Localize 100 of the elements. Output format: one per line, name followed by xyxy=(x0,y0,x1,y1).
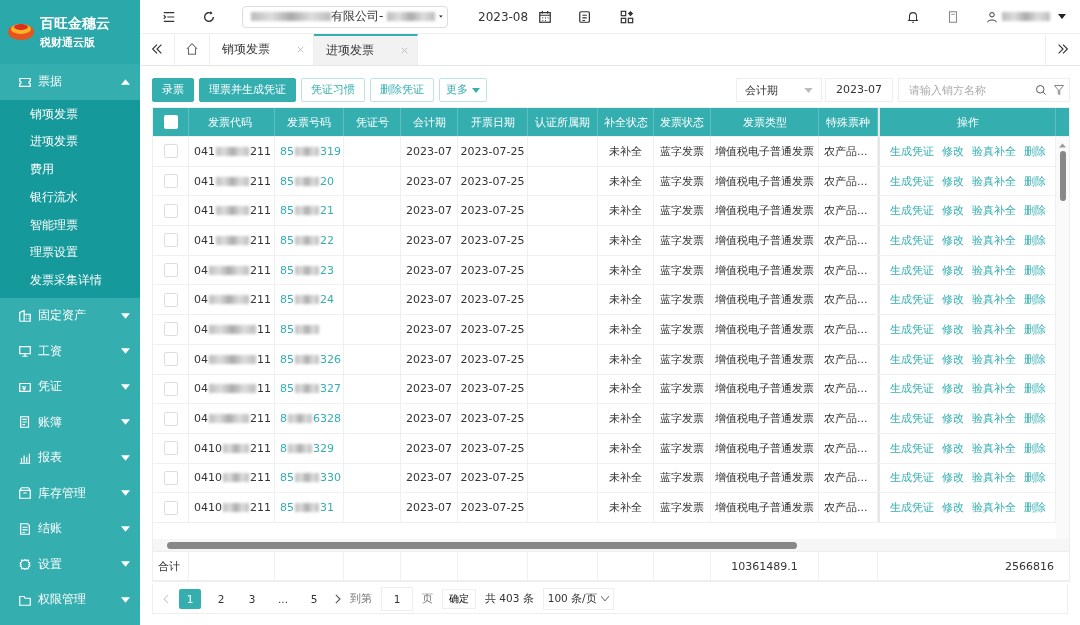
search-box[interactable]: 请输入销方名称 xyxy=(898,78,1070,102)
action-link[interactable]: 修改 xyxy=(941,440,964,456)
page-button[interactable]: 1 xyxy=(179,588,201,609)
invoice-number-link[interactable]: 319 xyxy=(320,144,341,158)
invoice-number-link[interactable]: 85 xyxy=(280,322,294,336)
invoice-number-link[interactable]: 20 xyxy=(320,174,334,188)
action-link[interactable]: 删除 xyxy=(1023,321,1046,337)
sidebar-item[interactable]: 凭证 xyxy=(0,369,140,405)
action-link[interactable]: 生成凭证 xyxy=(889,232,934,248)
confirm-button[interactable]: 确定 xyxy=(442,588,476,609)
page-button[interactable]: 3 xyxy=(241,588,263,609)
invoice-number-link[interactable]: 21 xyxy=(320,204,334,218)
action-link[interactable]: 生成凭证 xyxy=(889,500,934,516)
action-link[interactable]: 删除 xyxy=(1023,351,1046,367)
action-link[interactable]: 删除 xyxy=(1023,411,1046,427)
action-link[interactable]: 生成凭证 xyxy=(889,143,934,159)
action-link[interactable]: 修改 xyxy=(941,173,964,189)
page-button[interactable]: 5 xyxy=(303,588,325,609)
toolbar-button[interactable]: 删除凭证 xyxy=(370,78,434,102)
action-link[interactable]: 验真补全 xyxy=(971,381,1016,397)
sidebar-item[interactable]: 票据 xyxy=(0,64,140,100)
action-link[interactable]: 删除 xyxy=(1023,292,1046,308)
action-link[interactable]: 验真补全 xyxy=(971,143,1016,159)
submenu-item[interactable]: 销项发票 xyxy=(0,100,140,129)
invoice-number-link[interactable]: 6328 xyxy=(313,412,341,426)
invoice-number-link[interactable]: 85 xyxy=(280,174,294,188)
invoice-number-link[interactable]: 85 xyxy=(280,144,294,158)
invoice-number-link[interactable]: 85 xyxy=(280,352,294,366)
action-link[interactable]: 验真补全 xyxy=(971,292,1016,308)
action-link[interactable]: 生成凭证 xyxy=(889,173,934,189)
submenu-item[interactable]: 智能理票 xyxy=(0,211,140,240)
action-link[interactable]: 修改 xyxy=(941,232,964,248)
action-link[interactable]: 修改 xyxy=(941,411,964,427)
invoice-number-link[interactable]: 8 xyxy=(280,441,287,455)
action-link[interactable]: 修改 xyxy=(941,321,964,337)
page-size-select[interactable]: 100 条/页 xyxy=(542,587,614,610)
submenu-item[interactable]: 发票采集详情 xyxy=(0,267,140,296)
action-link[interactable]: 生成凭证 xyxy=(889,292,934,308)
action-link[interactable]: 删除 xyxy=(1023,203,1046,219)
page-button[interactable]: ... xyxy=(272,588,294,609)
invoice-number-link[interactable]: 23 xyxy=(320,263,334,277)
invoice-number-link[interactable]: 330 xyxy=(320,471,341,485)
submenu-item[interactable]: 银行流水 xyxy=(0,183,140,212)
invoice-number-link[interactable]: 24 xyxy=(320,293,334,307)
action-link[interactable]: 生成凭证 xyxy=(889,321,934,337)
action-link[interactable]: 验真补全 xyxy=(971,232,1016,248)
action-link[interactable]: 删除 xyxy=(1023,232,1046,248)
invoice-number-link[interactable]: 8 xyxy=(280,412,287,426)
invoice-number-link[interactable]: 31 xyxy=(320,501,334,515)
action-link[interactable]: 修改 xyxy=(941,470,964,486)
invoice-number-link[interactable]: 85 xyxy=(280,293,294,307)
sidebar-item[interactable]: 设置 xyxy=(0,546,140,583)
sidebar-item[interactable]: 库存管理 xyxy=(0,475,140,512)
submenu-item[interactable]: 进项发票 xyxy=(0,128,140,157)
action-link[interactable]: 修改 xyxy=(941,351,964,367)
invoice-number-link[interactable]: 22 xyxy=(320,233,334,247)
invoice-number-link[interactable]: 85 xyxy=(280,471,294,485)
action-link[interactable]: 删除 xyxy=(1023,500,1046,516)
action-link[interactable]: 验真补全 xyxy=(971,500,1016,516)
action-link[interactable]: 删除 xyxy=(1023,143,1046,159)
invoice-number-link[interactable]: 329 xyxy=(313,441,334,455)
action-link[interactable]: 验真补全 xyxy=(971,321,1016,337)
action-link[interactable]: 删除 xyxy=(1023,262,1046,278)
page-input[interactable]: 1 xyxy=(381,586,413,611)
invoice-number-link[interactable]: 85 xyxy=(280,501,294,515)
action-link[interactable]: 修改 xyxy=(941,262,964,278)
invoice-number-link[interactable]: 85 xyxy=(280,263,294,277)
action-link[interactable]: 生成凭证 xyxy=(889,381,934,397)
action-link[interactable]: 验真补全 xyxy=(971,262,1016,278)
toolbar-button[interactable]: 凭证习惯 xyxy=(301,78,365,102)
period-field[interactable]: 2023-07 xyxy=(825,78,893,102)
sidebar-item[interactable]: 报表 xyxy=(0,440,140,476)
action-link[interactable]: 修改 xyxy=(941,500,964,516)
sidebar-item[interactable]: 工资 xyxy=(0,333,140,370)
action-link[interactable]: 生成凭证 xyxy=(889,440,934,456)
invoice-number-link[interactable]: 85 xyxy=(280,204,294,218)
action-link[interactable]: 修改 xyxy=(941,381,964,397)
sidebar-item[interactable]: 账簿 xyxy=(0,404,140,441)
action-link[interactable]: 验真补全 xyxy=(971,173,1016,189)
action-link[interactable]: 删除 xyxy=(1023,440,1046,456)
invoice-number-link[interactable]: 326 xyxy=(320,352,341,366)
invoice-number-link[interactable]: 85 xyxy=(280,382,294,396)
action-link[interactable]: 删除 xyxy=(1023,381,1046,397)
period-type-select[interactable]: 会计期 xyxy=(736,78,823,102)
action-link[interactable]: 验真补全 xyxy=(971,203,1016,219)
sidebar-item[interactable]: 固定资产 xyxy=(0,298,140,334)
action-link[interactable]: 修改 xyxy=(941,203,964,219)
invoice-number-link[interactable]: 327 xyxy=(320,382,341,396)
toolbar-button[interactable]: 理票并生成凭证 xyxy=(199,78,296,102)
submenu-item[interactable]: 理票设置 xyxy=(0,239,140,268)
toolbar-button[interactable]: 录票 xyxy=(152,78,194,102)
invoice-number-link[interactable]: 85 xyxy=(280,233,294,247)
submenu-item[interactable]: 费用 xyxy=(0,156,140,184)
action-link[interactable]: 生成凭证 xyxy=(889,262,934,278)
action-link[interactable]: 生成凭证 xyxy=(889,470,934,486)
page-button[interactable]: 2 xyxy=(210,588,232,609)
action-link[interactable]: 修改 xyxy=(941,292,964,308)
more-dropdown[interactable]: 更多 xyxy=(439,78,487,102)
action-link[interactable]: 验真补全 xyxy=(971,411,1016,427)
company-select[interactable]: 有限公司- xyxy=(242,5,448,28)
